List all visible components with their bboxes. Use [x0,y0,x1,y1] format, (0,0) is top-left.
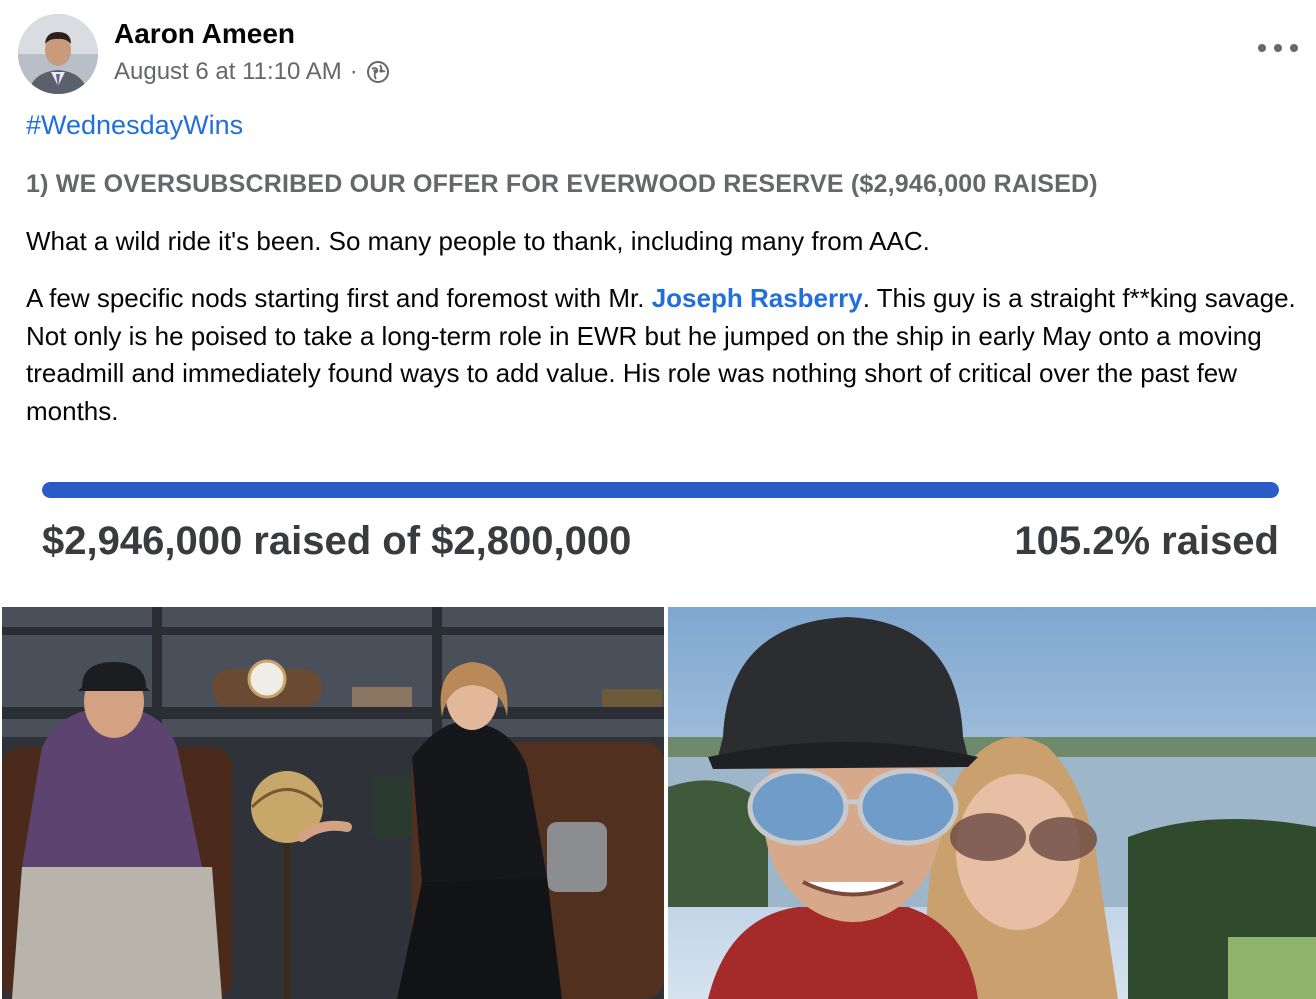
post-photo-office[interactable] [2,607,664,999]
ellipsis-dot [1290,44,1298,52]
ellipsis-icon[interactable] [1258,38,1298,58]
ellipsis-dot [1274,44,1282,52]
hashtag-link[interactable]: #WednesdayWins [26,110,243,141]
progress-fill [42,482,1279,498]
amount-raised: $2,946,000 raised of $2,800,000 [42,519,632,563]
ellipsis-dot [1258,44,1266,52]
selfie-photo-image [668,607,1316,999]
paragraph-2-intro: A few specific nods starting first and f… [26,283,652,313]
post-headline: 1) WE OVERSUBSCRIBED OUR OFFER FOR EVERW… [26,170,1098,198]
progress-bar [42,482,1279,498]
post-paragraph-1: What a wild ride it's been. So many peop… [26,226,930,256]
avatar-image [18,14,98,94]
globe-icon[interactable] [366,60,390,84]
post-paragraph-2: A few specific nods starting first and f… [26,280,1306,430]
meta-separator: · [349,58,358,85]
post-timestamp[interactable]: August 6 at 11:10 AM [114,58,342,86]
post-photo-selfie[interactable] [668,607,1316,999]
author-name[interactable]: Aaron Ameen [114,18,295,50]
author-avatar[interactable] [18,14,98,94]
fundraise-progress: $2,946,000 raised of $2,800,000 105.2% r… [0,455,1316,605]
percent-raised: 105.2% raised [1014,519,1279,563]
office-photo-image [2,607,664,999]
mention-link[interactable]: Joseph Rasberry [652,283,863,313]
post-header: Aaron Ameen August 6 at 11:10 AM · [18,14,1298,98]
post-meta: August 6 at 11:10 AM · [114,58,390,86]
